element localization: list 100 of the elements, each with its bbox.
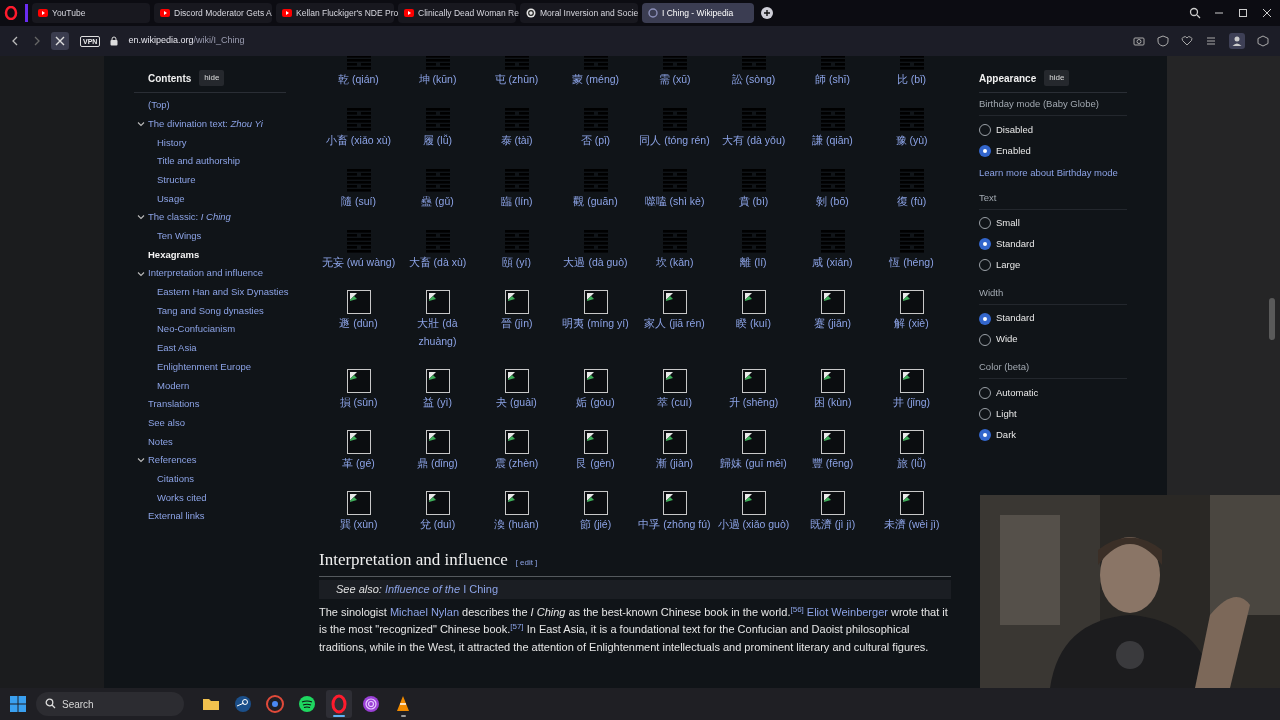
hexagram-link[interactable]: 賁 (bì) [738, 192, 769, 210]
windows-start-icon[interactable] [10, 696, 26, 712]
taskbar-app[interactable] [326, 690, 352, 718]
article-link[interactable]: Eliot Weinberger [806, 605, 888, 618]
new-tab-icon[interactable] [760, 6, 774, 20]
toc-link[interactable]: History [157, 135, 187, 150]
hexagram-link[interactable]: 既濟 (jì jì) [809, 515, 856, 533]
hexagram-link[interactable]: 震 (zhèn) [494, 454, 539, 472]
radio-button[interactable] [979, 312, 991, 325]
hexagram-link[interactable]: 噬嗑 (shì kè) [644, 192, 705, 210]
hexagram-link[interactable]: 謙 (qiān) [812, 131, 853, 149]
hexagram-link[interactable]: 大畜 (dà xù) [408, 253, 467, 271]
hexagram-link[interactable]: 頤 (yí) [501, 253, 532, 271]
hexagram-link[interactable]: 履 (lǚ) [422, 131, 453, 149]
hexagram-link[interactable]: 同人 (tóng rén) [639, 131, 710, 149]
hexagram-link[interactable]: 離 (lí) [740, 253, 767, 271]
toc-link[interactable]: (Top) [148, 98, 170, 113]
toc-link[interactable]: External links [148, 509, 205, 524]
hexagram-link[interactable]: 睽 (kuí) [736, 314, 771, 332]
address-field[interactable]: en.wikipedia.org/wiki/I_Ching [128, 34, 245, 48]
toc-link[interactable]: Citations [157, 471, 194, 487]
toc-link[interactable]: Enlightenment Europe [157, 359, 251, 375]
toc-link[interactable]: See also [148, 415, 185, 431]
toc-link[interactable]: Works cited [157, 490, 207, 505]
hexagram-link[interactable]: 蒙 (méng) [571, 70, 620, 88]
toc-link[interactable]: Interpretation and influence [148, 266, 264, 281]
toc-link[interactable]: Modern [157, 378, 190, 393]
search-icon[interactable] [1189, 7, 1201, 19]
toc-link[interactable]: Ten Wings [157, 229, 202, 244]
hexagram-link[interactable]: 隨 (suí) [341, 192, 376, 210]
toc-link[interactable]: Notes [148, 434, 173, 449]
close-icon[interactable] [1262, 8, 1272, 18]
browser-tab[interactable]: YouTube [32, 3, 150, 23]
hexagram-link[interactable]: 乾 (qián) [338, 70, 379, 88]
hexagram-link[interactable]: 臨 (lín) [500, 192, 533, 210]
hexagram-link[interactable]: 節 (jié) [579, 515, 612, 533]
hexagram-link[interactable]: 中孚 (zhōng fú) [638, 515, 711, 533]
hexagram-link[interactable]: 巽 (xùn) [339, 515, 378, 533]
browser-tab[interactable]: I Ching - Wikipedia [642, 3, 754, 23]
hexagram-link[interactable]: 大壯 (dà zhuàng) [398, 314, 477, 350]
stop-icon[interactable] [51, 32, 69, 50]
article-link[interactable]: Michael Nylan [389, 605, 460, 618]
toc-link[interactable]: References [148, 453, 197, 468]
reference-link[interactable]: [57] [510, 622, 524, 631]
hexagram-link[interactable]: 无妄 (wú wàng) [321, 253, 396, 271]
edit-link[interactable]: edit [520, 557, 533, 569]
hexagram-link[interactable]: 觀 (guān) [573, 192, 618, 210]
hexagram-link[interactable]: 艮 (gèn) [576, 454, 615, 472]
learn-more-link[interactable]: Learn more about Birthday mode [979, 166, 1127, 181]
hexagram-link[interactable]: 咸 (xián) [812, 253, 853, 271]
hexagram-link[interactable]: 需 (xū) [658, 70, 691, 88]
chevron-down-icon[interactable] [137, 269, 145, 278]
toc-link[interactable]: The divination text: Zhou Yi [148, 116, 263, 132]
hexagram-link[interactable]: 未濟 (wèi jì) [883, 515, 940, 533]
toc-link[interactable]: Hexagrams [148, 247, 200, 262]
chevron-down-icon[interactable] [137, 213, 145, 222]
profile-icon[interactable] [1229, 33, 1245, 49]
hexagram-link[interactable]: 恆 (héng) [889, 253, 934, 271]
camera-icon[interactable] [1133, 35, 1145, 47]
cube-icon[interactable] [1257, 35, 1269, 47]
hexagram-link[interactable]: 漸 (jiàn) [655, 454, 694, 472]
hexagram-link[interactable]: 師 (shī) [815, 70, 850, 88]
hexagram-link[interactable]: 萃 (cuì) [657, 393, 692, 411]
hexagram-link[interactable]: 蠱 (gǔ) [421, 192, 454, 210]
hexagram-link[interactable]: 小畜 (xiǎo xù) [325, 131, 392, 149]
toc-link[interactable]: East Asia [157, 341, 197, 356]
hexagram-link[interactable]: 比 (bǐ) [896, 70, 927, 88]
search-field[interactable]: Search [36, 692, 184, 716]
hexagram-link[interactable]: 否 (pǐ) [580, 131, 611, 149]
toc-link[interactable]: Title and authorship [157, 154, 241, 169]
hide-button[interactable]: hide [1044, 70, 1070, 86]
hexagram-link[interactable]: 渙 (huàn) [494, 515, 539, 533]
toc-link[interactable]: Structure [157, 172, 196, 188]
radio-button[interactable] [979, 238, 991, 251]
browser-tab[interactable]: Moral Inversion and Socie [520, 3, 638, 23]
hexagram-link[interactable]: 坤 (kūn) [418, 70, 457, 88]
hexagram-link[interactable]: 復 (fù) [896, 192, 927, 210]
radio-button[interactable] [979, 144, 991, 157]
hexagram-link[interactable]: 旅 (lǚ) [896, 454, 927, 472]
hexagram-link[interactable]: 革 (gé) [342, 454, 375, 472]
hexagram-link[interactable]: 井 (jǐng) [892, 393, 931, 411]
hexagram-link[interactable]: 夬 (guài) [496, 393, 537, 411]
chevron-down-icon[interactable] [137, 456, 145, 465]
hexagram-link[interactable]: 剝 (bō) [816, 192, 849, 210]
hexagram-link[interactable]: 屯 (zhūn) [494, 70, 539, 88]
heart-icon[interactable] [1181, 35, 1193, 47]
toc-link[interactable]: Usage [157, 191, 185, 206]
toc-link[interactable]: Neo-Confucianism [157, 322, 236, 337]
hexagram-link[interactable]: 升 (shēng) [728, 393, 779, 411]
menu-icon[interactable] [1205, 35, 1217, 47]
shield-icon[interactable] [1157, 35, 1169, 47]
hexagram-link[interactable]: 泰 (tài) [500, 131, 533, 149]
hexagram-link[interactable]: 訟 (sòng) [731, 70, 776, 88]
hexagram-link[interactable]: 家人 (jiā rén) [644, 314, 705, 332]
hexagram-link[interactable]: 兌 (duì) [419, 515, 456, 533]
hexagram-link[interactable]: 豫 (yù) [895, 131, 928, 149]
toc-link[interactable]: Tang and Song dynasties [157, 303, 264, 319]
hexagram-link[interactable]: 晉 (jìn) [500, 314, 533, 332]
hexagram-link[interactable]: 困 (kùn) [813, 393, 852, 411]
chevron-down-icon[interactable] [137, 120, 145, 129]
